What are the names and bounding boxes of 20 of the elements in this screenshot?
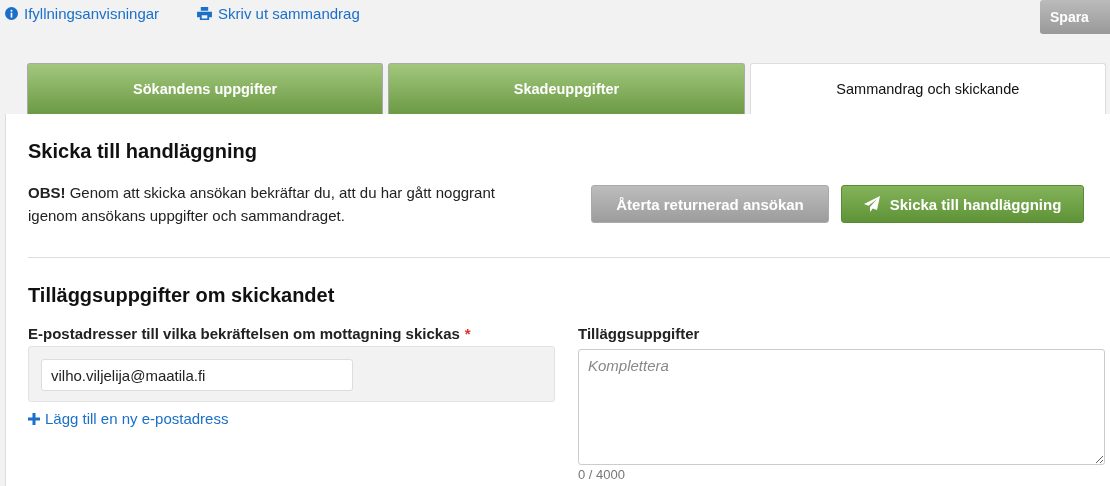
tab[interactable]: Sammandrag och skickande (749, 63, 1106, 114)
printer-icon (197, 7, 213, 20)
section-heading: Tilläggsuppgifter om skickandet (28, 283, 336, 307)
email-field[interactable]: vilho.viljelija@maatila.fi (41, 359, 353, 391)
toolbar-link[interactable]: Skriv ut sammandrag (197, 5, 360, 22)
notes-field[interactable]: Komplettera (578, 349, 1105, 465)
toolbar-link[interactable]: Ifyllningsanvisningar (5, 5, 160, 22)
notice-text: OBS! Genom att skicka ansökan bekräftar du, att du har gått noggrant igenom ansökans uppgifter och sammandraget. (28, 183, 496, 226)
required-mark: * (464, 325, 471, 342)
info-icon (5, 7, 18, 20)
field-label: Tilläggsuppgifter (578, 325, 701, 344)
tab[interactable]: Skadeuppgifter (388, 63, 745, 114)
tab[interactable]: Sökandens uppgifter (27, 63, 384, 114)
character-counter: 0 / 4000 (578, 467, 626, 482)
paper-plane-icon (863, 196, 880, 212)
add-email-link[interactable]: Lägg till en ny e-postadress (28, 410, 555, 427)
send-button[interactable]: Skicka till handläggning (841, 185, 1084, 223)
section-heading: Skicka till handläggning (28, 139, 258, 163)
plus-icon (28, 412, 40, 425)
field-label: E-postadresser till vilka bekräftelsen om mottagning skickas (28, 325, 460, 342)
